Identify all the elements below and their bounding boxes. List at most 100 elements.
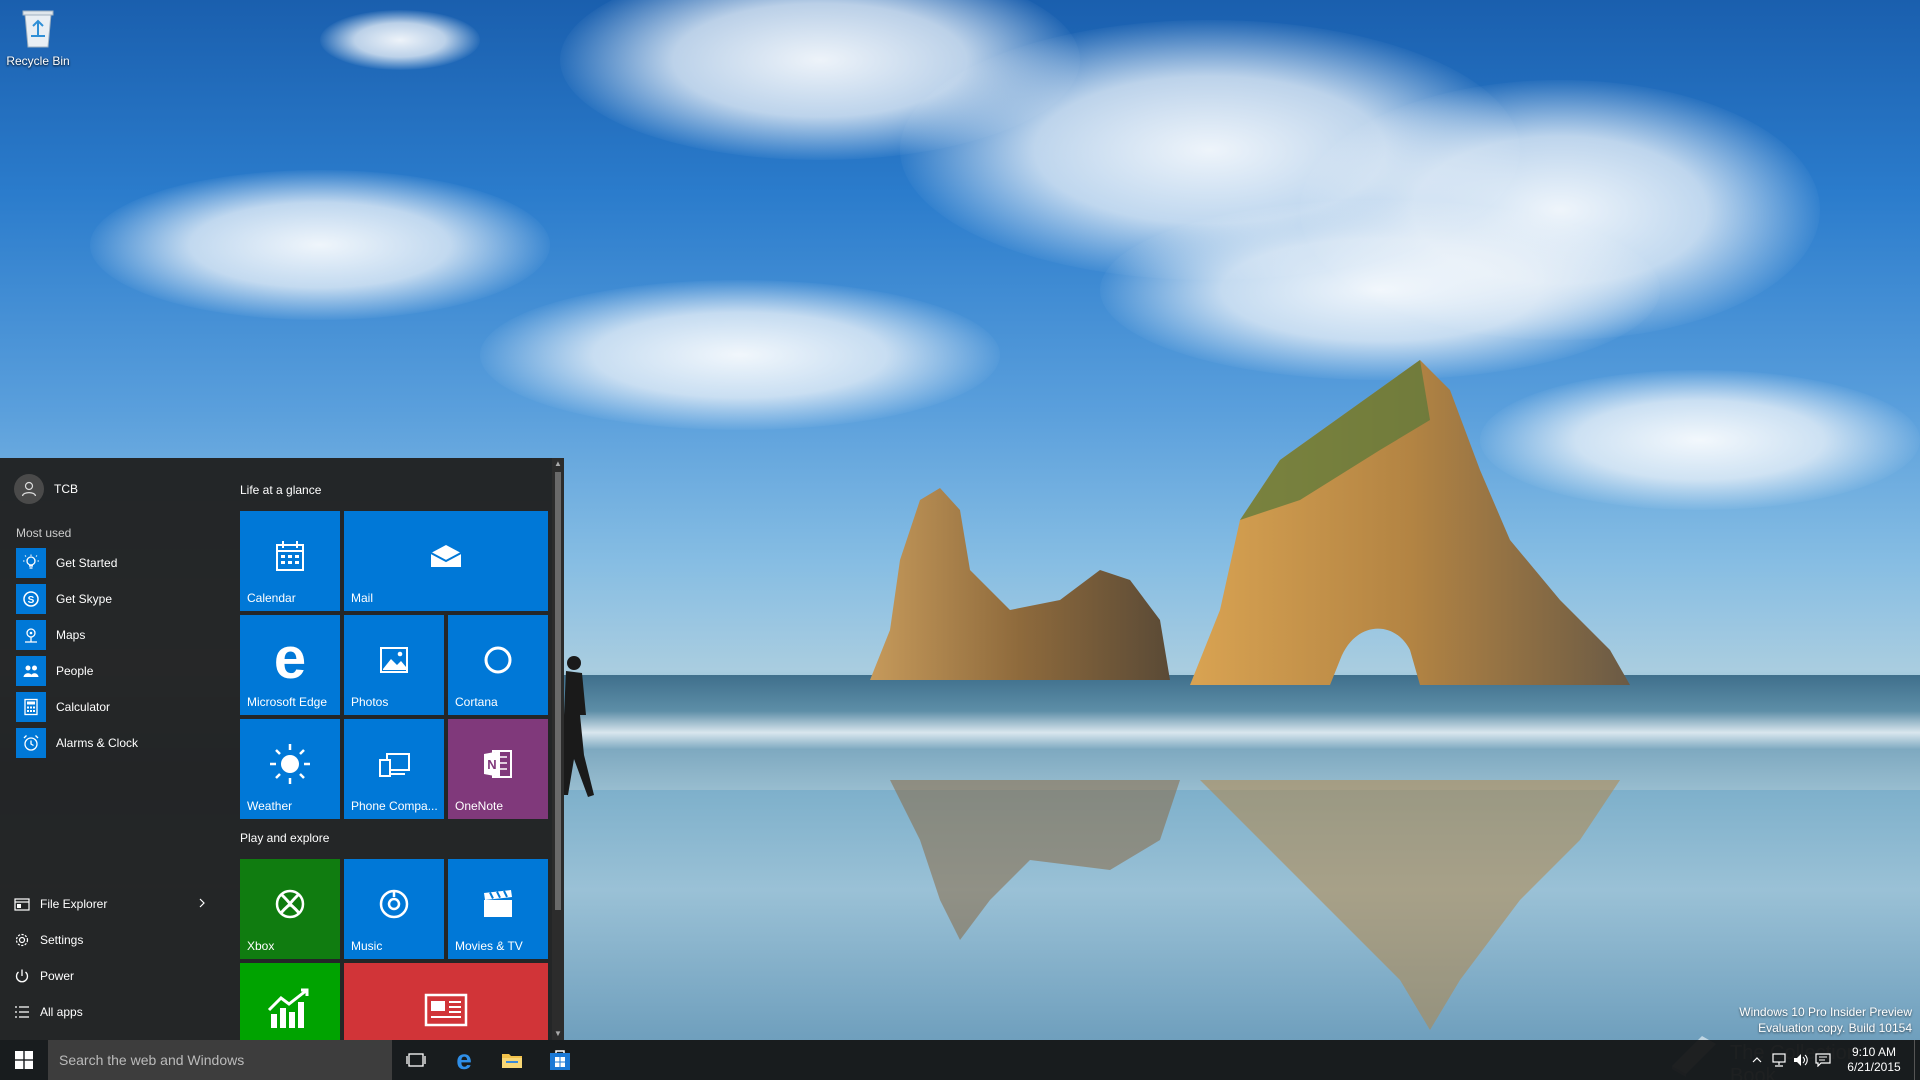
bottom-item-label: All apps xyxy=(40,1005,83,1019)
sea xyxy=(560,675,1920,795)
app-alarms-clock[interactable]: Alarms & Clock xyxy=(16,725,216,761)
recycle-bin[interactable]: Recycle Bin xyxy=(6,6,70,68)
tile-calendar[interactable]: Calendar xyxy=(240,511,340,611)
most-used-list: Get Started S Get Skype Maps People Calc… xyxy=(16,545,216,761)
tile-news[interactable] xyxy=(344,963,548,1040)
tile-onenote[interactable]: N OneNote xyxy=(448,719,548,819)
gear-icon xyxy=(14,932,30,948)
sun-icon xyxy=(240,739,340,789)
cloud xyxy=(480,280,1000,430)
search-input[interactable]: Search the web and Windows xyxy=(48,1040,392,1080)
tile-weather[interactable]: Weather xyxy=(240,719,340,819)
people-icon xyxy=(16,656,46,686)
edge-taskbar-button[interactable]: e xyxy=(440,1040,488,1080)
calculator-icon xyxy=(16,692,46,722)
speaker-icon xyxy=(1794,1054,1808,1066)
store-icon xyxy=(550,1050,570,1070)
tile-mail[interactable]: Mail xyxy=(344,511,548,611)
cortana-icon xyxy=(448,635,548,685)
app-calculator[interactable]: Calculator xyxy=(16,689,216,725)
scrollbar-thumb[interactable] xyxy=(555,472,561,910)
svg-text:N: N xyxy=(487,757,496,772)
news-icon xyxy=(344,983,548,1033)
chevron-right-icon[interactable] xyxy=(198,897,206,911)
tile-label: Cortana xyxy=(455,695,498,709)
maps-icon xyxy=(16,620,46,650)
volume-button[interactable] xyxy=(1790,1053,1812,1067)
app-maps[interactable]: Maps xyxy=(16,617,216,653)
cloud xyxy=(320,10,480,70)
tile-music[interactable]: Music xyxy=(344,859,444,959)
folder-icon xyxy=(502,1054,522,1068)
show-hidden-icons-button[interactable] xyxy=(1746,1056,1768,1064)
group-play-and-explore[interactable]: Play and explore xyxy=(240,831,329,845)
tile-cortana[interactable]: Cortana xyxy=(448,615,548,715)
cloud xyxy=(90,170,550,320)
chart-icon xyxy=(240,983,340,1033)
start-menu-tiles: Life at a glance Calendar Mail e Microso… xyxy=(222,458,552,1040)
app-get-started[interactable]: Get Started xyxy=(16,545,216,581)
user-account[interactable]: TCB xyxy=(14,474,78,504)
recycle-bin-label: Recycle Bin xyxy=(6,54,70,68)
app-label: Get Started xyxy=(56,556,118,570)
mail-icon xyxy=(344,531,548,581)
app-label: Alarms & Clock xyxy=(56,736,139,750)
edge-icon: e xyxy=(456,1048,472,1072)
action-center-button[interactable] xyxy=(1812,1053,1834,1067)
bottom-item-label: File Explorer xyxy=(40,897,108,911)
bottom-item-label: Power xyxy=(40,969,75,983)
tile-label: Movies & TV xyxy=(455,939,523,953)
skype-icon: S xyxy=(16,584,46,614)
tile-label: Xbox xyxy=(247,939,275,953)
network-button[interactable] xyxy=(1768,1053,1790,1067)
bottom-item-label: Settings xyxy=(40,933,84,947)
right-rock-reflection xyxy=(1200,780,1620,1030)
chevron-up-icon xyxy=(1752,1057,1762,1063)
cloud xyxy=(1100,200,1660,380)
tile-label: Phone Compa... xyxy=(351,799,438,813)
app-label: Get Skype xyxy=(56,592,113,606)
tile-label: Mail xyxy=(351,591,374,605)
tile-phone-companion[interactable]: Phone Compa... xyxy=(344,719,444,819)
folder-icon xyxy=(14,896,30,912)
tile-label: Microsoft Edge xyxy=(247,695,328,709)
tile-label: OneNote xyxy=(455,799,504,813)
clock[interactable]: 9:10 AM 6/21/2015 xyxy=(1834,1045,1914,1075)
lightbulb-icon xyxy=(16,548,46,578)
right-rock xyxy=(1190,360,1630,685)
power-item[interactable]: Power xyxy=(14,958,214,994)
network-icon xyxy=(1772,1053,1786,1067)
watermark-line-1: Windows 10 Pro Insider Preview xyxy=(1739,1005,1912,1019)
tile-photos[interactable]: Photos xyxy=(344,615,444,715)
alarm-clock-icon xyxy=(16,728,46,758)
start-menu-bottom-list: File Explorer Settings Power All apps xyxy=(14,886,214,1030)
app-get-skype[interactable]: S Get Skype xyxy=(16,581,216,617)
file-explorer-item[interactable]: File Explorer xyxy=(14,886,214,922)
start-button[interactable] xyxy=(0,1040,48,1080)
group-life-at-a-glance[interactable]: Life at a glance xyxy=(240,483,321,497)
photos-icon xyxy=(344,635,444,685)
user-name: TCB xyxy=(54,482,78,496)
scroll-down-arrow-icon[interactable]: ▼ xyxy=(552,1028,564,1040)
tile-xbox[interactable]: Xbox xyxy=(240,859,340,959)
store-taskbar-button[interactable] xyxy=(536,1040,584,1080)
app-people[interactable]: People xyxy=(16,653,216,689)
tile-microsoft-edge[interactable]: e Microsoft Edge xyxy=(240,615,340,715)
tile-label: Music xyxy=(351,939,383,953)
tile-movies-tv[interactable]: Movies & TV xyxy=(448,859,548,959)
all-apps-item[interactable]: All apps xyxy=(14,994,214,1030)
tile-money[interactable] xyxy=(240,963,340,1040)
start-menu-scrollbar[interactable]: ▲ ▼ xyxy=(552,458,564,1040)
show-desktop-button[interactable] xyxy=(1914,1040,1920,1080)
scroll-up-arrow-icon[interactable]: ▲ xyxy=(552,458,564,470)
clapperboard-icon xyxy=(448,879,548,929)
settings-item[interactable]: Settings xyxy=(14,922,214,958)
file-explorer-taskbar-button[interactable] xyxy=(488,1040,536,1080)
task-view-button[interactable] xyxy=(392,1040,440,1080)
notification-icon xyxy=(1815,1053,1831,1067)
avatar xyxy=(14,474,44,504)
svg-text:S: S xyxy=(28,595,35,606)
clock-time: 9:10 AM xyxy=(1851,1045,1897,1059)
tile-label: Calendar xyxy=(247,591,296,605)
clock-date: 6/21/2015 xyxy=(1847,1060,1901,1074)
